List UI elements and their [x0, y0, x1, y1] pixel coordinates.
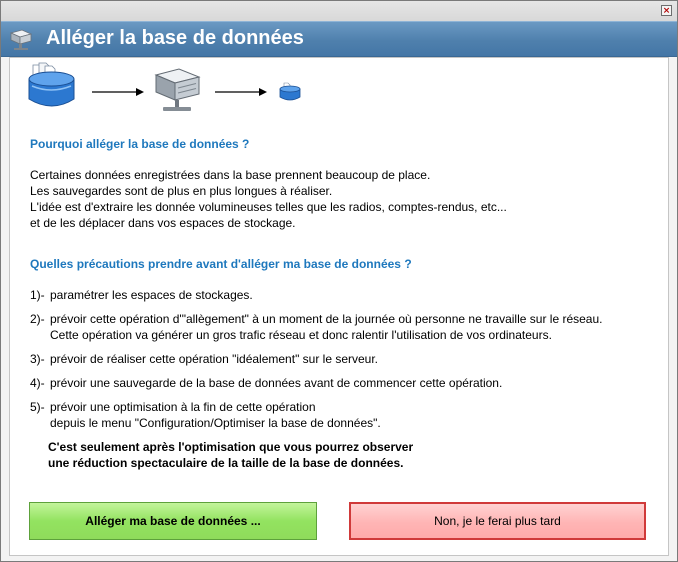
optimization-note: C'est seulement après l'optimisation que…: [48, 440, 414, 454]
item-number: 2)-: [30, 312, 45, 326]
item-text-continued: depuis le menu "Configuration/Optimiser …: [50, 416, 381, 430]
window-frame-top: ×: [1, 1, 677, 21]
description-line: Les sauvegardes sont de plus en plus lon…: [30, 184, 333, 198]
postpone-button[interactable]: Non, je le ferai plus tard: [349, 502, 646, 540]
item-text: prévoir une optimisation à la fin de cet…: [50, 400, 316, 414]
item-text: paramétrer les espaces de stockages.: [50, 288, 253, 302]
dialog-window: × Alléger la base de données Pourquoi al…: [0, 0, 678, 562]
server-icon: [154, 68, 201, 111]
server-title-icon: [9, 29, 33, 50]
item-text-continued: Cette opération va générer un gros trafi…: [50, 328, 552, 342]
small-database-icon: [279, 82, 301, 101]
section-heading-precautions: Quelles précautions prendre avant d'allé…: [30, 257, 412, 271]
dialog-title: Alléger la base de données: [46, 27, 304, 49]
arrow-right-icon: [92, 88, 144, 96]
description-line: L'idée est d'extraire les donnée volumin…: [30, 200, 507, 214]
item-number: 4)-: [30, 376, 45, 390]
item-text: prévoir cette opération d'"allègement" à…: [50, 312, 603, 326]
description-line: Certaines données enregistrées dans la b…: [30, 168, 431, 182]
title-bar: Alléger la base de données: [1, 21, 677, 57]
arrow-right-icon: [215, 88, 267, 96]
item-number: 1)-: [30, 288, 45, 302]
section-heading-why: Pourquoi alléger la base de données ?: [30, 137, 250, 151]
process-illustration: [28, 62, 301, 111]
item-text: prévoir de réaliser cette opération "idé…: [50, 352, 379, 366]
item-text: prévoir une sauvegarde de la base de don…: [50, 376, 503, 390]
description-line: et de les déplacer dans vos espaces de s…: [30, 216, 296, 230]
confirm-lighten-button[interactable]: Alléger ma base de données ...: [29, 502, 317, 540]
close-button[interactable]: ×: [661, 5, 672, 16]
optimization-note: une réduction spectaculaire de la taille…: [48, 456, 404, 470]
database-icon: [28, 62, 75, 107]
content-panel: Pourquoi alléger la base de données ? Ce…: [9, 57, 669, 556]
item-number: 3)-: [30, 352, 45, 366]
item-number: 5)-: [30, 400, 45, 414]
